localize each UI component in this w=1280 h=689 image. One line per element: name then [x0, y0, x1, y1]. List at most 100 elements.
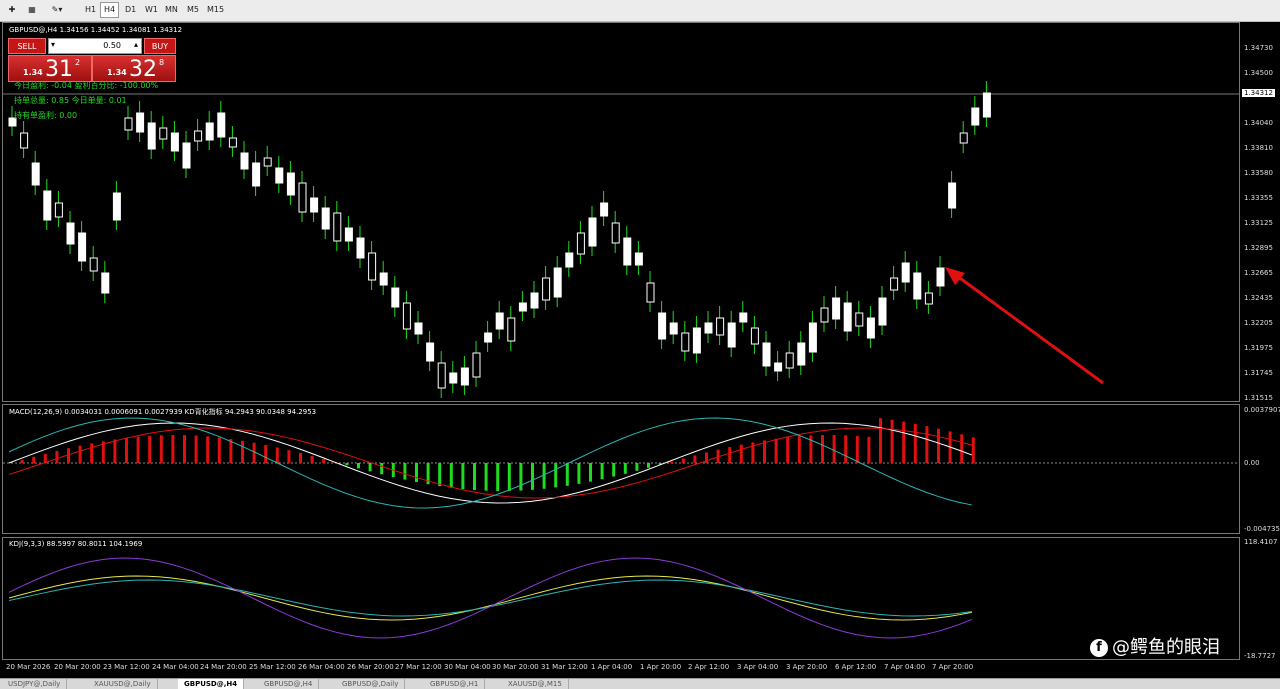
candle-body [310, 197, 319, 213]
macd-histogram-bar [473, 463, 476, 491]
timeframe-h4[interactable]: H4 [100, 2, 120, 18]
candle-body [878, 297, 887, 326]
candle-body [739, 312, 748, 323]
red-arrow-line [952, 271, 1104, 385]
timeframe-m15[interactable]: M15 [204, 3, 227, 17]
stats-line-1: 今日盈利: -0.04 盈利百分比: -100.00% [14, 81, 159, 90]
price-label: 1.31975 [1244, 344, 1273, 352]
candle-body [437, 362, 446, 389]
drawing-tools-icon[interactable]: ✎▾ [46, 3, 68, 17]
lot-decrease-icon[interactable]: ▾ [51, 40, 55, 49]
macd-histogram-bar [913, 423, 917, 463]
macd-histogram-bar [681, 458, 685, 463]
macd-histogram-bar [821, 435, 824, 463]
macd-pane[interactable]: MACD(12,26,9) 0.0034031 0.0006091 0.0027… [2, 404, 1240, 534]
candle-body [286, 172, 295, 196]
macd-histogram-bar [797, 436, 801, 463]
crosshair-icon[interactable]: ✚ [4, 3, 20, 17]
lot-size-field[interactable]: ▾ 0.50 ▴ [48, 38, 142, 54]
candle-body [217, 112, 226, 138]
macd-histogram-bar [415, 463, 418, 483]
macd-label: 0.00 [1244, 459, 1260, 467]
price-label: 1.34500 [1244, 69, 1273, 77]
candle-body [971, 107, 980, 126]
timeframe-d1[interactable]: D1 [122, 3, 139, 17]
price-label: 1.32895 [1244, 244, 1273, 252]
buy-button[interactable]: BUY [144, 38, 176, 54]
candle-body [565, 252, 574, 268]
macd-histogram-bar [461, 463, 465, 490]
grid-icon[interactable]: ▦ [24, 3, 40, 17]
timeframe-h1[interactable]: H1 [82, 3, 99, 17]
macd-histogram-bar [971, 437, 975, 463]
macd-histogram-bar [484, 463, 488, 491]
price-label: 1.31745 [1244, 369, 1273, 377]
kdj-label: 118.4107 [1244, 538, 1278, 546]
sell-price-box[interactable]: 1.34 31 2 [8, 55, 92, 82]
candle-body [948, 182, 957, 209]
macd-histogram-bar [90, 443, 94, 463]
lot-increase-icon[interactable]: ▴ [134, 40, 138, 49]
candle-body [959, 132, 968, 144]
time-label: 31 Mar 12:00 [541, 663, 588, 671]
timeframe-mn[interactable]: MN [162, 3, 181, 17]
time-axis: 20 Mar 2026 20 Mar 20:00 23 Mar 12:00 24… [0, 661, 1240, 675]
price-label: 1.33580 [1244, 169, 1273, 177]
macd-histogram-bar [844, 435, 848, 463]
candle-body [762, 342, 771, 367]
macd-histogram-bar [774, 438, 778, 463]
candle-body [774, 362, 783, 372]
candle-body [600, 202, 609, 217]
timeframe-m5[interactable]: M5 [184, 3, 202, 17]
candle-body [228, 137, 237, 148]
macd-histogram-bar [345, 463, 349, 466]
candle-body [112, 192, 121, 221]
macd-histogram-bar [589, 463, 592, 482]
watermark: f @鳄鱼的眼泪 [1090, 633, 1220, 659]
watermark-text: @鳄鱼的眼泪 [1112, 637, 1220, 658]
candle-body [89, 257, 98, 272]
candle-body [391, 287, 400, 308]
candle-body [414, 322, 423, 335]
candle-body [333, 212, 342, 242]
macd-histogram-bar [357, 463, 360, 469]
candle-body [252, 162, 261, 187]
macd-histogram-bar [194, 435, 198, 463]
price-chart[interactable]: GBPUSD@,H4 1.34156 1.34452 1.34081 1.343… [2, 22, 1240, 402]
candle-body [866, 317, 875, 339]
candle-body [159, 127, 168, 140]
macd-histogram-bar [171, 435, 175, 463]
kdj-j-line [8, 557, 972, 639]
time-label: 20 Mar 20:00 [54, 663, 101, 671]
candle-body [797, 342, 806, 366]
candle-body [344, 227, 353, 242]
price-label: 1.33810 [1244, 144, 1273, 152]
macd-histogram-bar [763, 440, 766, 463]
candle-body [263, 157, 272, 167]
macd-histogram-bar [368, 463, 372, 472]
macd-histogram-bar [159, 435, 163, 463]
macd-histogram-bar [275, 447, 279, 463]
time-label: 6 Apr 12:00 [835, 663, 877, 671]
macd-histogram-bar [78, 445, 82, 463]
macd-histogram-bar [55, 450, 59, 463]
kdj-pane[interactable]: KDJ(9,3,3) 88.5997 80.8011 104.1969 [2, 537, 1240, 660]
price-label: 1.34040 [1244, 119, 1273, 127]
candle-body [611, 222, 620, 244]
timeframe-w1[interactable]: W1 [142, 3, 161, 17]
macd-label: -0.004735 [1244, 525, 1280, 533]
price-label: 1.32205 [1244, 319, 1273, 327]
macd-svg [3, 417, 1239, 509]
time-label: 20 Mar 2026 [6, 663, 51, 671]
macd-histogram-bar [206, 436, 210, 463]
candle-body [182, 142, 191, 169]
candle-body [54, 202, 63, 218]
macd-histogram-bar [879, 418, 882, 463]
buy-price-box[interactable]: 1.34 32 8 [92, 55, 176, 82]
candle-body [704, 322, 713, 334]
candle-body [170, 132, 179, 152]
macd-histogram-bar [183, 435, 186, 463]
macd-histogram-bar [241, 440, 244, 463]
macd-histogram-bar [855, 435, 859, 463]
sell-button[interactable]: SELL [8, 38, 46, 54]
